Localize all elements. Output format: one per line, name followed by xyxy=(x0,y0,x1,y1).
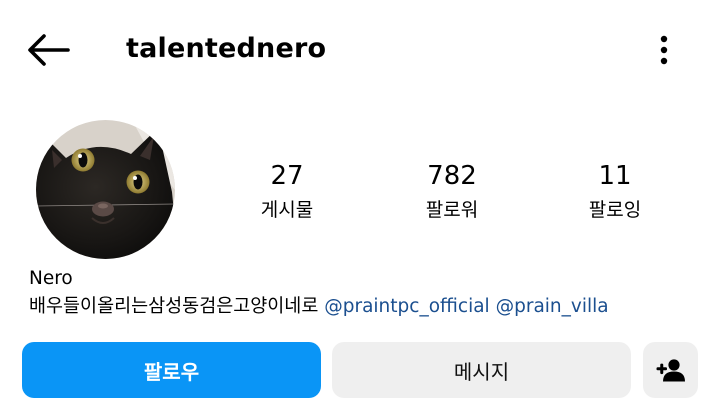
black-cat-avatar xyxy=(36,120,175,259)
message-button-label: 메시지 xyxy=(453,359,510,384)
bio-mention-link[interactable]: @praintpc_official xyxy=(324,296,489,317)
following-number: 11 xyxy=(598,161,632,191)
followers-count[interactable]: 782 팔로워 xyxy=(377,158,527,224)
profile-display-name: Nero xyxy=(29,268,73,289)
followers-label: 팔로워 xyxy=(425,199,479,221)
following-count[interactable]: 11 팔로잉 xyxy=(540,158,690,224)
bio-text: 배우들이올리는삼성동검은고양이네로 xyxy=(29,296,319,317)
following-label: 팔로잉 xyxy=(588,199,642,221)
message-button[interactable]: 메시지 xyxy=(332,342,631,398)
more-vertical-icon xyxy=(660,35,668,65)
profile-bio: 배우들이올리는삼성동검은고양이네로 @praintpc_official @pr… xyxy=(29,293,609,321)
profile-username: talentednero xyxy=(126,33,327,64)
follow-button[interactable]: 팔로우 xyxy=(22,342,321,398)
posts-number: 27 xyxy=(270,161,304,191)
follow-button-label: 팔로우 xyxy=(143,359,200,384)
person-add-icon xyxy=(656,359,685,382)
posts-label: 게시물 xyxy=(260,199,314,221)
profile-avatar[interactable] xyxy=(36,120,175,259)
suggest-user-button[interactable] xyxy=(643,342,698,398)
posts-count[interactable]: 27 게시물 xyxy=(212,158,362,224)
followers-number: 782 xyxy=(427,161,477,191)
back-button[interactable] xyxy=(22,28,74,72)
more-options-button[interactable] xyxy=(650,30,678,70)
bio-mention-link[interactable]: @prain_villa xyxy=(496,296,609,317)
arrow-left-icon xyxy=(28,34,70,66)
